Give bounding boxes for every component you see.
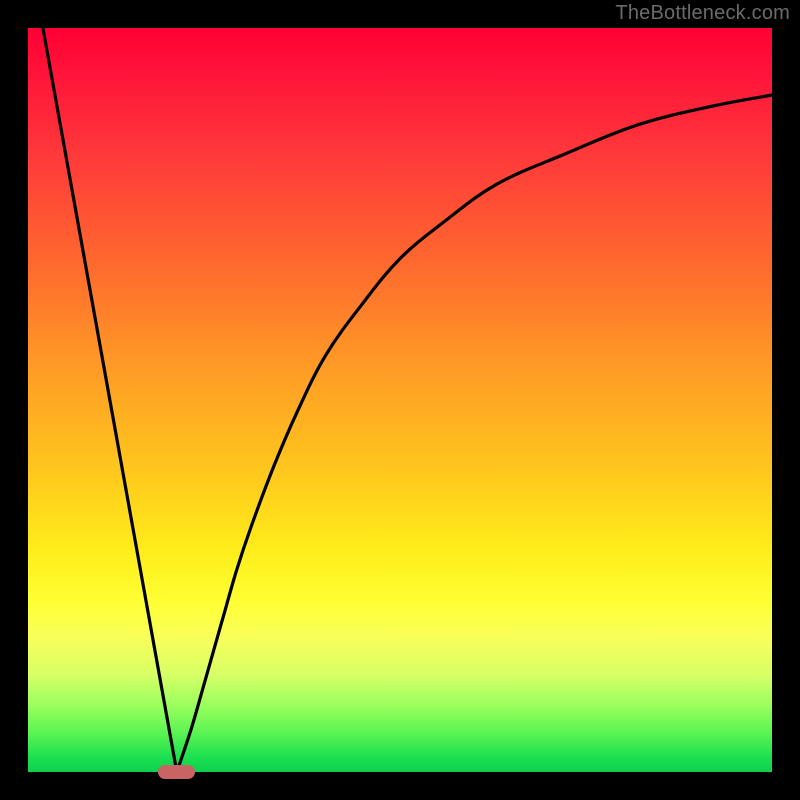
chart-frame: TheBottleneck.com: [0, 0, 800, 800]
minimum-marker: [158, 765, 195, 779]
curve-layer: [28, 28, 772, 772]
bottleneck-curve: [43, 28, 772, 776]
watermark-text: TheBottleneck.com: [615, 2, 790, 25]
